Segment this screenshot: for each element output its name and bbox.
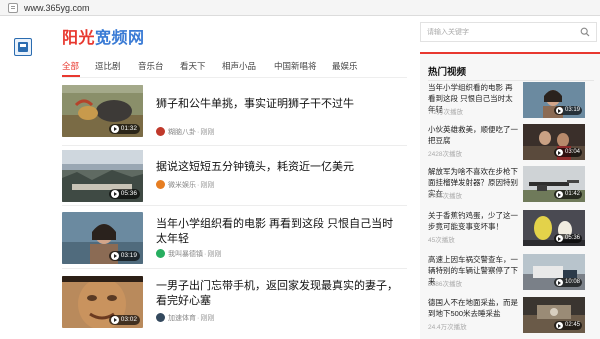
- hot-video-thumbnail[interactable]: 03:19: [523, 82, 585, 118]
- feed-item[interactable]: 03:02 一男子出门忘带手机，返回家发现最真实的妻子，看完好心塞 加速体育·刚…: [62, 276, 407, 336]
- hot-video-thumbnail[interactable]: 05:36: [523, 210, 585, 246]
- site-logo[interactable]: 阳光宽频网: [62, 24, 145, 48]
- view-count: 7.2万次播放: [428, 109, 464, 116]
- video-meta: 微米娱乐·刚刚: [156, 180, 214, 190]
- author-avatar[interactable]: [156, 127, 165, 136]
- logo-part-1: 阳光: [62, 30, 96, 47]
- hot-video-item[interactable]: 德国人不在地面采盐，而是到地下500米去睡采盐 24.4万次播放 02:45: [428, 297, 594, 337]
- feed-divider: [62, 205, 407, 206]
- address-url[interactable]: www.365yg.com: [24, 2, 90, 14]
- feed-item[interactable]: 01:32 狮子和公牛单挑，事实证明狮子干不过牛 糊脑八卦·刚刚: [62, 85, 407, 145]
- post-time: 刚刚: [207, 251, 222, 258]
- feed-item[interactable]: 03:19 当年小学组织看的电影 再看到这段 只恨自己当时太年轻 我叫暴德镇·刚…: [62, 212, 407, 272]
- feed-divider: [62, 268, 407, 269]
- view-count: 2428次播放: [428, 151, 462, 158]
- video-title[interactable]: 据说这短短五分钟镜头，耗资近一亿美元: [156, 160, 401, 175]
- video-thumbnail[interactable]: 05:36: [62, 150, 143, 202]
- view-count: 24.4万次播放: [428, 324, 467, 331]
- hot-video-item[interactable]: 关于香蕉钓鸡蛋，少了这一步竟可能变事变坏事！ 45次播放 05:36: [428, 210, 594, 250]
- author-name[interactable]: 加速体育: [168, 315, 196, 322]
- view-count: 3286次播放: [428, 281, 462, 288]
- video-title[interactable]: 当年小学组织看的电影 再看到这段 只恨自己当时太年轻: [156, 217, 401, 247]
- duration-badge: 01:32: [108, 124, 140, 134]
- hot-video-thumbnail[interactable]: 10:08: [523, 254, 585, 290]
- duration-badge: 05:36: [553, 234, 582, 243]
- hot-video-item[interactable]: 当年小学组织看的电影 再看到这段 只恨自己当时太年轻 7.2万次播放 03:19: [428, 82, 594, 122]
- duration-badge: 10:08: [553, 278, 582, 287]
- browser-address-bar[interactable]: www.365yg.com: [0, 0, 600, 16]
- duration-badge: 03:04: [553, 148, 582, 157]
- duration-badge: 05:36: [108, 189, 140, 199]
- video-meta: 加速体育·刚刚: [156, 313, 214, 323]
- hot-video-item[interactable]: 解放军为啥不喜欢在步枪下面挂榴弹发射器？原因特别实在 5788次播放 01:42: [428, 166, 594, 206]
- site-badge-icon[interactable]: [14, 38, 32, 56]
- page-icon: [8, 3, 18, 13]
- author-avatar[interactable]: [156, 313, 165, 322]
- author-name[interactable]: 微米娱乐: [168, 182, 196, 189]
- hot-video-item[interactable]: 小伙英雄救美，顺便吃了一把豆腐 2428次播放 03:04: [428, 124, 594, 164]
- video-thumbnail[interactable]: 03:02: [62, 276, 143, 328]
- author-avatar[interactable]: [156, 249, 165, 258]
- duration-badge: 01:42: [553, 190, 582, 199]
- tab-entertainment[interactable]: 最娱乐: [332, 60, 358, 72]
- video-thumbnail[interactable]: 01:32: [62, 85, 143, 137]
- author-avatar[interactable]: [156, 180, 165, 189]
- duration-badge: 02:45: [553, 321, 582, 330]
- post-time: 刚刚: [200, 315, 215, 322]
- duration-badge: 03:19: [553, 106, 582, 115]
- tab-all[interactable]: 全部: [62, 60, 79, 72]
- search-input[interactable]: [427, 26, 577, 39]
- post-time: 刚刚: [200, 129, 215, 136]
- hot-videos-title: 热门视频: [428, 67, 467, 78]
- logo-part-2: 宽频网: [95, 30, 145, 47]
- video-title[interactable]: 狮子和公牛单挑，事实证明狮子干不过牛: [156, 97, 401, 112]
- video-thumbnail[interactable]: 03:19: [62, 212, 143, 264]
- video-meta: 糊脑八卦·刚刚: [156, 127, 214, 137]
- video-title[interactable]: 一男子出门忘带手机，返回家发现最真实的妻子，看完好心塞: [156, 279, 401, 309]
- tab-dobi[interactable]: 逗比剧: [95, 60, 121, 72]
- hot-video-title[interactable]: 关于香蕉钓鸡蛋，少了这一步竟可能变事变坏事！: [428, 210, 518, 232]
- tab-world[interactable]: 看天下: [180, 60, 206, 72]
- duration-badge: 03:02: [108, 315, 140, 325]
- duration-badge: 03:19: [108, 251, 140, 261]
- hot-video-thumbnail[interactable]: 02:45: [523, 297, 585, 333]
- post-time: 刚刚: [200, 182, 215, 189]
- author-name[interactable]: 我叫暴德镇: [168, 251, 203, 258]
- hot-video-title[interactable]: 德国人不在地面采盐，而是到地下500米去睡采盐: [428, 297, 518, 319]
- view-count: 45次播放: [428, 237, 455, 244]
- feed-divider: [62, 145, 407, 146]
- view-count: 5788次播放: [428, 193, 462, 200]
- search-icon[interactable]: [580, 27, 590, 37]
- hot-video-title[interactable]: 小伙英雄救美，顺便吃了一把豆腐: [428, 124, 518, 146]
- hot-video-item[interactable]: 高速上因车祸交警查车，一辆特别的车辆让警察停了下来 3286次播放 10:08: [428, 254, 594, 294]
- hot-video-thumbnail[interactable]: 03:04: [523, 124, 585, 160]
- video-meta: 我叫暴德镇·刚刚: [156, 249, 221, 259]
- tab-new-singer[interactable]: 中国新唱将: [274, 60, 317, 72]
- tabs-divider: [62, 77, 407, 78]
- author-name[interactable]: 糊脑八卦: [168, 129, 196, 136]
- panel-accent-line: [420, 52, 600, 54]
- tab-crosstalk[interactable]: 相声小品: [222, 60, 256, 72]
- feed-item[interactable]: 05:36 据说这短短五分钟镜头，耗资近一亿美元 微米娱乐·刚刚: [62, 150, 407, 210]
- tab-music[interactable]: 音乐台: [138, 60, 164, 72]
- search-box: [420, 22, 597, 42]
- hot-video-thumbnail[interactable]: 01:42: [523, 166, 585, 202]
- panel-divider: [428, 80, 594, 81]
